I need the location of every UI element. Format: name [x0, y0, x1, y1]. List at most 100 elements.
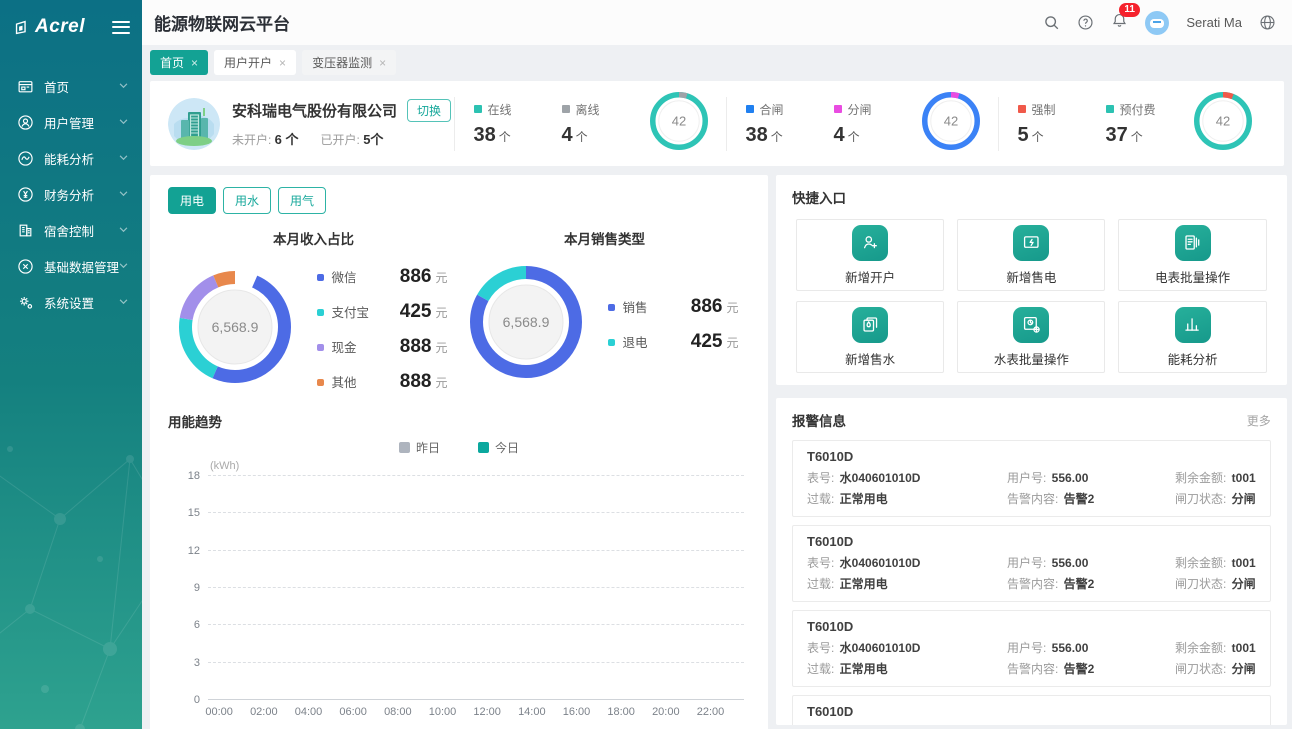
user-name[interactable]: Serati Ma	[1186, 15, 1242, 30]
trend-legend-今日[interactable]: 今日	[478, 439, 519, 456]
stat-count: 4个	[562, 124, 624, 147]
y-tick-label: 12	[188, 545, 200, 557]
tab-label: 用户开户	[224, 54, 272, 71]
legend-label: 支付宝	[331, 302, 387, 321]
y-tick-label: 0	[194, 694, 200, 706]
legend-item-退电: 退电425元	[608, 331, 738, 353]
ring-gauge: 42	[922, 92, 980, 150]
sidebar-item-finance[interactable]: 财务分析	[0, 176, 142, 212]
sidebar-item-home[interactable]: 首页	[0, 68, 142, 104]
legend-label: 销售	[622, 297, 678, 316]
sidebar-item-energy[interactable]: 能耗分析	[0, 140, 142, 176]
user-icon	[17, 114, 34, 131]
sidebar-item-basedata[interactable]: 基础数据管理	[0, 248, 142, 284]
y-tick-label: 6	[194, 619, 200, 631]
sidebar-item-users[interactable]: 用户管理	[0, 104, 142, 140]
alarm-item[interactable]: T6010D表号: 水040601010D用户号: 556.00剩余金额: t0…	[792, 525, 1271, 602]
divider	[998, 97, 999, 151]
tab-home[interactable]: 首页×	[150, 50, 208, 75]
stat-count: 38个	[474, 124, 536, 147]
sidebar-item-label: 能耗分析	[44, 149, 119, 168]
close-icon[interactable]: ×	[379, 56, 386, 70]
alarm-item[interactable]: T6010D表号: 水040601010D用户号: 556.00剩余金额: t0…	[792, 695, 1271, 725]
close-icon[interactable]: ×	[191, 56, 198, 70]
alarm-item[interactable]: T6010D表号: 水040601010D用户号: 556.00剩余金额: t0…	[792, 440, 1271, 517]
divider	[726, 97, 727, 151]
alarm-item[interactable]: T6010D表号: 水040601010D用户号: 556.00剩余金额: t0…	[792, 610, 1271, 687]
sidebar-item-settings[interactable]: 系统设置	[0, 284, 142, 320]
income-donut-block: 本月收入占比 6,568.9 微信886元支付宝425元现金888元其他888元	[168, 228, 459, 393]
income-donut-chart: 6,568.9	[179, 271, 291, 388]
home-icon	[17, 78, 34, 95]
quick-entry-电表批量操作[interactable]: 电表批量操作	[1118, 219, 1266, 291]
stat-label: 在线	[488, 101, 512, 118]
alarm-field: 剩余金额: t001	[1175, 554, 1256, 571]
x-tick-label: 02:00	[250, 706, 278, 718]
alarm-field: 表号: 水040601010D	[807, 724, 999, 725]
x-tick-label: 14:00	[518, 706, 546, 718]
ring-gauge-wrap: 42	[922, 92, 980, 155]
energy-chip-用水[interactable]: 用水	[223, 187, 271, 214]
quick-entry-新增开户[interactable]: 新增开户	[796, 219, 944, 291]
trend-bar-chart: (kWh) 036912151800:0002:0004:0006:0008:0…	[168, 460, 750, 722]
gridline: 9	[208, 587, 744, 588]
svg-text:6,568.9: 6,568.9	[212, 319, 259, 335]
alarm-more-link[interactable]: 更多	[1247, 412, 1271, 429]
gridline: 0	[208, 699, 744, 700]
company-stat: 未开户: 6 个	[232, 129, 299, 148]
stat-label: 离线	[576, 101, 600, 118]
legend-unit: 元	[726, 334, 738, 351]
legend-value: 886	[678, 296, 722, 318]
legend-square	[474, 105, 482, 113]
alarm-device-id: T6010D	[807, 704, 1256, 719]
overview-stat-预付费: 预付费37个	[1106, 101, 1168, 147]
gridline: 6	[208, 624, 744, 625]
switch-company-button[interactable]: 切换	[407, 99, 451, 122]
user-plus-icon	[852, 225, 888, 261]
trend-legend: 昨日 今日	[168, 439, 750, 456]
energy-chip-用电[interactable]: 用电	[168, 187, 216, 214]
sidebar-item-dormitory[interactable]: 宿舍控制	[0, 212, 142, 248]
quick-entry-新增售电[interactable]: 新增售电	[957, 219, 1105, 291]
sidebar-item-label: 基础数据管理	[44, 257, 119, 276]
alarm-field: 过载: 正常用电	[807, 490, 999, 507]
company-block: 安科瑞电气股份有限公司 切换 未开户: 6 个 已开户: 5个	[168, 98, 450, 150]
sidebar-item-label: 用户管理	[44, 113, 119, 132]
quick-entry-能耗分析[interactable]: 能耗分析	[1118, 301, 1266, 373]
language-globe-icon[interactable]	[1259, 14, 1276, 31]
quick-entry-label: 能耗分析	[1168, 349, 1218, 368]
legend-value: 425	[387, 301, 431, 323]
menu-toggle-icon[interactable]	[112, 21, 130, 34]
help-icon[interactable]	[1077, 14, 1094, 31]
company-name: 安科瑞电气股份有限公司	[232, 100, 397, 121]
quick-entry-新增售水[interactable]: 新增售水	[796, 301, 944, 373]
alarm-field: 闸刀状态: 分闸	[1175, 660, 1256, 677]
tab-transformer[interactable]: 变压器监测×	[302, 50, 396, 75]
overview-group-online: 在线38个离线4个42	[459, 92, 722, 155]
legend-square	[562, 105, 570, 113]
quick-entry-label: 水表批量操作	[994, 349, 1069, 368]
x-tick-label: 16:00	[563, 706, 591, 718]
chevron-down-icon	[119, 119, 128, 125]
search-icon[interactable]	[1043, 14, 1060, 31]
divider	[454, 97, 455, 151]
overview-strip: 安科瑞电气股份有限公司 切换 未开户: 6 个 已开户: 5个 在线 38个 离线 4个…	[150, 81, 1284, 166]
close-icon[interactable]: ×	[279, 56, 286, 70]
legend-unit: 元	[435, 339, 447, 356]
donut-charts: 本月收入占比 6,568.9 微信886元支付宝425元现金888元其他888元…	[168, 228, 750, 393]
company-stat: 已开户: 5个	[321, 129, 384, 148]
notifications[interactable]: 11	[1111, 12, 1128, 34]
legend-value: 425	[678, 331, 722, 353]
quick-entry-水表批量操作[interactable]: 水表批量操作	[957, 301, 1105, 373]
stat-label: 预付费	[1120, 101, 1156, 118]
tab-open-account[interactable]: 用户开户 ×	[214, 50, 296, 75]
energy-chip-用气[interactable]: 用气	[278, 187, 326, 214]
trend-legend-昨日[interactable]: 昨日	[399, 439, 440, 456]
legend-label: 昨日	[416, 439, 440, 456]
avatar[interactable]	[1145, 11, 1169, 35]
alarm-field: 闸刀状态: 分闸	[1175, 575, 1256, 592]
analytics-card: 用电用水用气 本月收入占比 6,568.9 微信886元支付宝425元现金888…	[150, 175, 768, 729]
alarm-field: 表号: 水040601010D	[807, 639, 999, 656]
alarm-device-id: T6010D	[807, 534, 1256, 549]
alarm-field: 过载: 正常用电	[807, 660, 999, 677]
